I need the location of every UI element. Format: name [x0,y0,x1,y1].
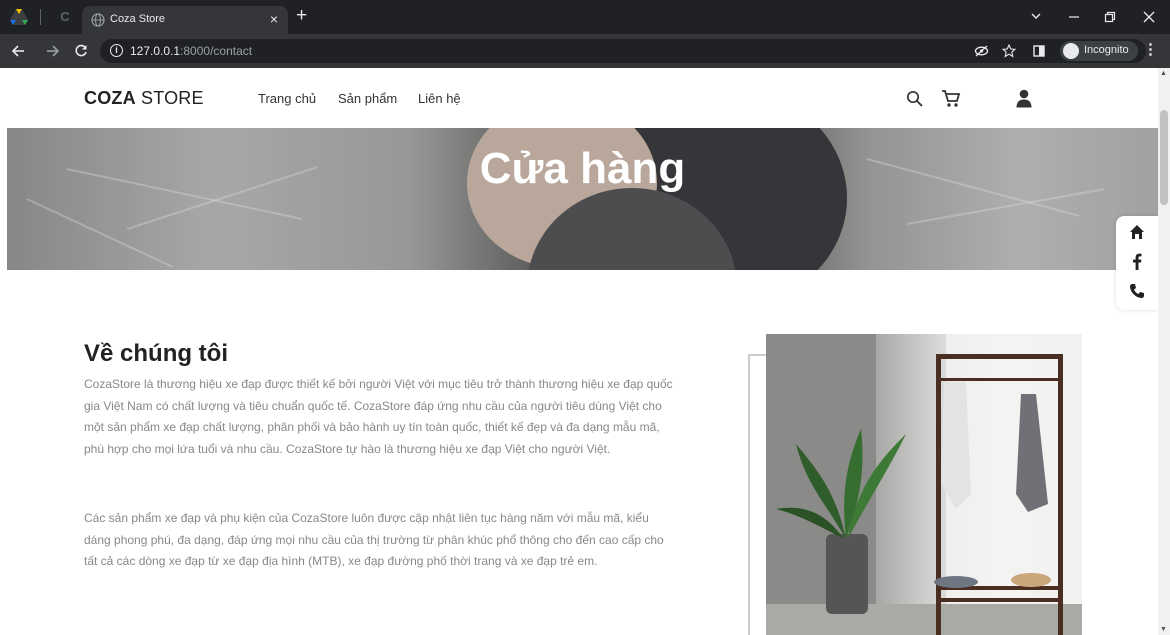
reload-icon[interactable] [74,44,88,58]
tab-coza-store[interactable]: Coza Store × [82,6,288,34]
user-icon[interactable] [1016,89,1032,108]
hero-title: Cửa hàng [479,144,686,193]
hero-banner: Cửa hàng [7,128,1158,270]
about-paragraph-2: Các sản phẩm xe đạp và phụ kiện của Coza… [84,511,664,568]
nav-products[interactable]: Sản phẩm [338,91,397,106]
browser-tab-bar: C Coza Store × + [0,0,1170,34]
nav-contact[interactable]: Liên hệ [418,91,461,106]
back-icon[interactable] [11,44,25,58]
menu-icon[interactable]: ⋮ [1143,42,1158,58]
chrome-icon: C [60,9,70,24]
browser-toolbar: i 127.0.0.1:8000/contact Incognito ⋮ [0,34,1170,68]
url-text[interactable]: 127.0.0.1:8000/contact [130,44,252,58]
sidepanel-icon[interactable] [1033,45,1045,57]
scroll-up-icon[interactable]: ▲ [1160,70,1167,77]
facebook-icon[interactable] [1132,253,1142,270]
globe-icon [91,13,105,27]
tab-search-icon[interactable] [1030,10,1042,22]
nav-home[interactable]: Trang chủ [258,91,316,106]
info-icon[interactable]: i [110,44,123,57]
star-icon[interactable] [1002,44,1016,58]
cart-icon[interactable] [941,90,961,108]
restore-icon[interactable] [1104,11,1116,23]
minimize-icon[interactable] [1068,12,1080,22]
page-scrollbar[interactable]: ▲ ▼ [1158,68,1170,635]
scroll-thumb[interactable] [1160,110,1168,205]
incognito-icon [1063,43,1079,59]
forward-icon[interactable] [46,44,60,58]
new-tab-button[interactable]: + [296,6,307,26]
tab-close-button[interactable]: × [270,11,278,27]
social-sidebar [1116,216,1158,310]
address-bar[interactable]: i 127.0.0.1:8000/contact Incognito [100,39,1146,63]
web-page: COZA STORE Trang chủ Sản phẩm Liên hệ Cử… [0,68,1158,635]
close-icon[interactable] [1143,11,1155,23]
clothes-rack-image [766,334,1082,635]
tab-separator [40,9,41,25]
incognito-label: Incognito [1084,44,1129,56]
site-header: COZA STORE Trang chủ Sản phẩm Liên hệ [0,68,1158,128]
home-icon[interactable] [1129,224,1145,240]
eye-off-icon[interactable] [974,44,989,58]
drive-icon [10,9,28,25]
site-logo[interactable]: COZA STORE [84,88,204,109]
store-photo [766,334,1082,635]
incognito-badge[interactable]: Incognito [1060,41,1138,61]
tab-title: Coza Store [110,13,166,25]
phone-icon[interactable] [1129,283,1145,299]
about-paragraph-1: CozaStore là thương hiệu xe đạp được thi… [84,377,673,456]
search-icon[interactable] [906,90,923,107]
about-title: Về chúng tôi [84,340,228,367]
scroll-down-icon[interactable]: ▼ [1160,626,1167,633]
